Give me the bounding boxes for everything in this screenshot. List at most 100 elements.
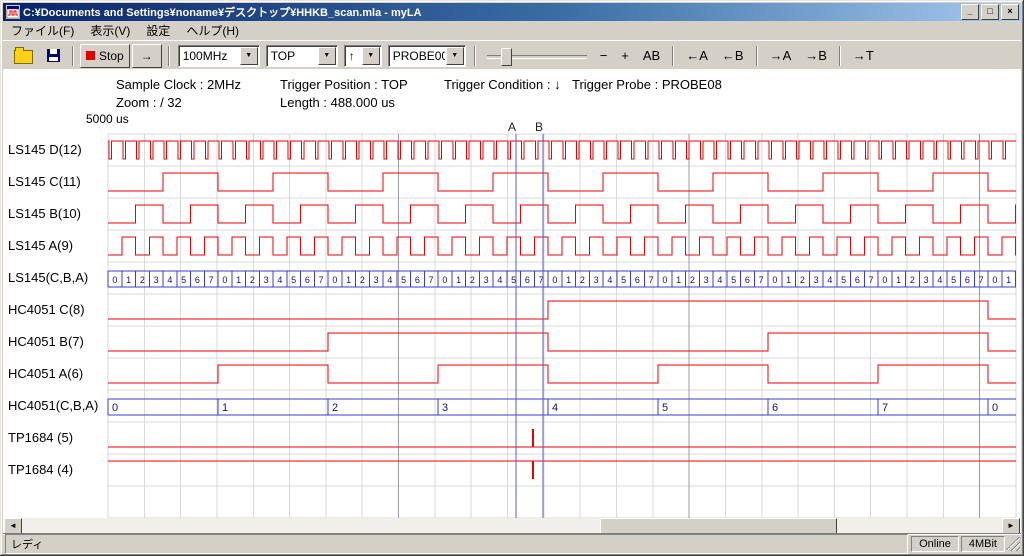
waveform-trace xyxy=(108,173,1016,191)
open-button[interactable] xyxy=(8,44,39,68)
bus-value: 4 xyxy=(497,275,502,285)
bus-value: 3 xyxy=(154,275,159,285)
cursor-a-label: A xyxy=(508,120,516,134)
resize-grip[interactable] xyxy=(1006,537,1020,551)
goto-next-a-button[interactable]: →A xyxy=(764,44,798,68)
bus-value: 3 xyxy=(704,275,709,285)
menu-item-settings[interactable]: 設定 xyxy=(138,20,178,41)
chevron-down-icon[interactable]: ▼ xyxy=(362,47,380,65)
channel-label: HC4051 C(8) xyxy=(8,302,85,317)
bus-value: 4 xyxy=(167,275,172,285)
trigger-probe-select[interactable]: PROBE00 ▼ xyxy=(388,45,466,67)
save-floppy-icon xyxy=(47,49,60,62)
bus-value: 4 xyxy=(387,275,392,285)
bus-value: 5 xyxy=(291,275,296,285)
app-window: C:¥Documents and Settings¥noname¥デスクトップ¥… xyxy=(0,0,1024,556)
bus-value: 1 xyxy=(222,402,228,414)
bus-value: 4 xyxy=(277,275,282,285)
chevron-down-icon[interactable]: ▼ xyxy=(446,47,464,65)
bus-value: 0 xyxy=(772,275,777,285)
status-message: レディ xyxy=(5,534,908,554)
trigger-condition-text: Trigger Condition : ↓ xyxy=(444,77,561,92)
stop-button-label: Stop xyxy=(99,49,124,63)
waveform-area[interactable]: LS145 D(12)LS145 C(11)LS145 B(10)LS145 A… xyxy=(0,118,1024,518)
goto-next-b-button[interactable]: →B xyxy=(799,44,833,68)
toolbar-separator xyxy=(756,46,758,66)
bus-value: 7 xyxy=(882,402,888,414)
menu-item-help[interactable]: ヘルプ(H) xyxy=(178,20,247,41)
sample-clock-value: 100MHz xyxy=(179,49,239,63)
bus-value: 0 xyxy=(992,402,998,414)
trigger-edge-value: ↑ xyxy=(345,49,361,63)
trigger-position-select[interactable]: TOP ▼ xyxy=(266,45,338,67)
status-online-badge: Online xyxy=(911,536,959,552)
bus-value: 1 xyxy=(346,275,351,285)
menu-item-file[interactable]: ファイル(F) xyxy=(3,20,82,41)
bus-value: 6 xyxy=(745,275,750,285)
title-bar[interactable]: C:¥Documents and Settings¥noname¥デスクトップ¥… xyxy=(3,3,1021,21)
goto-prev-b-button[interactable]: ←B xyxy=(716,44,750,68)
bus-value: 1 xyxy=(896,275,901,285)
bus-value: 1 xyxy=(566,275,571,285)
bus-value: 6 xyxy=(415,275,420,285)
zoom-slider[interactable] xyxy=(487,45,587,67)
bus-value: 3 xyxy=(374,275,379,285)
bus-value: 0 xyxy=(112,402,118,414)
run-button[interactable]: → xyxy=(132,44,162,68)
open-folder-icon xyxy=(14,50,33,64)
channel-label: HC4051 B(7) xyxy=(8,334,84,349)
status-memory-badge: 4MBit xyxy=(961,536,1005,552)
channel-label: LS145 C(11) xyxy=(8,174,81,189)
bus-value: 7 xyxy=(869,275,874,285)
bus-value: 6 xyxy=(635,275,640,285)
close-button[interactable]: × xyxy=(1001,4,1019,20)
bus-value: 5 xyxy=(841,275,846,285)
bus-value: 2 xyxy=(470,275,475,285)
zoom-in-button[interactable]: + xyxy=(615,44,635,68)
horizontal-scrollbar[interactable]: ◄ ► xyxy=(4,518,1020,534)
stop-button[interactable]: Stop xyxy=(80,44,130,68)
channel-label: LS145(C,B,A) xyxy=(8,270,88,285)
sample-clock-select[interactable]: 100MHz ▼ xyxy=(178,45,260,67)
bus-value: 1 xyxy=(676,275,681,285)
bus-value: 1 xyxy=(236,275,241,285)
bus-value: 6 xyxy=(772,402,778,414)
bus-value: 5 xyxy=(662,402,668,414)
chevron-down-icon[interactable]: ▼ xyxy=(240,47,258,65)
bus-value: 2 xyxy=(360,275,365,285)
ab-range-button[interactable]: AB xyxy=(637,44,666,68)
menu-item-view[interactable]: 表示(V) xyxy=(82,20,138,41)
bus-value: 6 xyxy=(965,275,970,285)
bus-value: 3 xyxy=(814,275,819,285)
maximize-button[interactable]: □ xyxy=(981,4,999,20)
bus-value: 5 xyxy=(951,275,956,285)
minimize-button[interactable]: _ xyxy=(961,4,979,20)
toolbar-separator xyxy=(839,46,841,66)
bus-value: 5 xyxy=(621,275,626,285)
bus-value: 5 xyxy=(181,275,186,285)
bus-value: 0 xyxy=(662,275,667,285)
bus-value: 2 xyxy=(910,275,915,285)
bus-value: 7 xyxy=(649,275,654,285)
bus-value: 6 xyxy=(525,275,530,285)
save-button[interactable] xyxy=(41,44,66,68)
bus-value: 0 xyxy=(992,275,997,285)
zoom-slider-thumb[interactable] xyxy=(501,48,512,66)
zoom-out-button[interactable]: − xyxy=(594,44,614,68)
bus-value: 3 xyxy=(484,275,489,285)
bus-value: 7 xyxy=(319,275,324,285)
bus-value: 3 xyxy=(442,402,448,414)
bus-value: 3 xyxy=(594,275,599,285)
toolbar-separator xyxy=(474,46,476,66)
bus-value: 6 xyxy=(855,275,860,285)
channel-label: LS145 D(12) xyxy=(8,142,82,157)
bus-value: 6 xyxy=(305,275,310,285)
chevron-down-icon[interactable]: ▼ xyxy=(318,47,336,65)
waveform-trace xyxy=(108,141,1016,159)
trigger-edge-select[interactable]: ↑ ▼ xyxy=(344,45,382,67)
goto-prev-a-button[interactable]: ←A xyxy=(680,44,714,68)
goto-trigger-button[interactable]: →T xyxy=(847,44,880,68)
bus-value: 4 xyxy=(717,275,722,285)
bus-value: 4 xyxy=(607,275,612,285)
bus-value: 7 xyxy=(429,275,434,285)
